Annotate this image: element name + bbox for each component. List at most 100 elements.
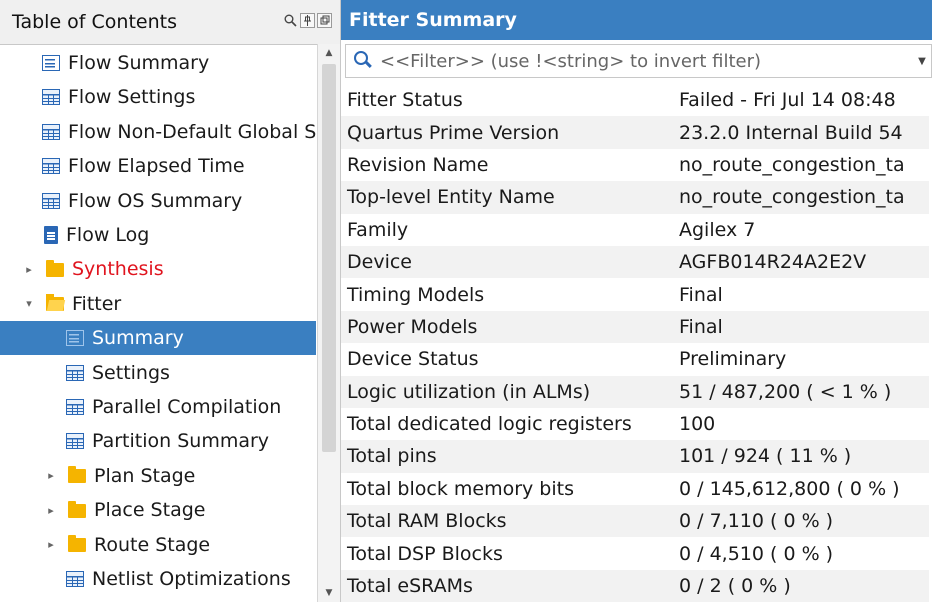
row-key: Total DSP Blocks bbox=[347, 542, 503, 565]
table-icon bbox=[66, 399, 84, 415]
toc-item-settings[interactable]: Settings bbox=[0, 356, 316, 390]
chevron-down-icon[interactable]: ▼ bbox=[915, 56, 929, 67]
toc-item-route-stage[interactable]: ▸ Route Stage bbox=[0, 528, 316, 562]
collapse-arrow-icon[interactable]: ▸ bbox=[44, 504, 58, 517]
folder-icon bbox=[68, 535, 86, 553]
table-icon bbox=[66, 571, 84, 587]
collapse-arrow-icon[interactable]: ▸ bbox=[44, 469, 58, 482]
table-row[interactable]: Top-level Entity Name no_route_congestion… bbox=[341, 181, 929, 214]
table-row[interactable]: Fitter Status Failed - Fri Jul 14 08:48 bbox=[341, 84, 929, 116]
toc-item-flow-elapsed-time[interactable]: Flow Elapsed Time bbox=[0, 149, 316, 183]
panel-title: Fitter Summary bbox=[349, 9, 517, 31]
toc-item-label: Route Stage bbox=[94, 533, 211, 556]
row-key: Total eSRAMs bbox=[341, 569, 679, 602]
row-key: Total pins bbox=[341, 440, 679, 473]
table-row[interactable]: Total RAM Blocks 0 / 7,110 ( 0 % ) bbox=[341, 505, 929, 538]
table-row[interactable]: Total DSP Blocks 0 / 4,510 ( 0 % ) bbox=[341, 537, 929, 569]
table-icon bbox=[66, 364, 84, 381]
toc-item-flow-os-summary[interactable]: Flow OS Summary bbox=[0, 184, 316, 218]
toc-item-netlist-optimizations[interactable]: Netlist Optimizations bbox=[0, 562, 316, 596]
toc-item-flow-non-default-global-settings[interactable]: Flow Non-Default Global Settings bbox=[0, 115, 316, 149]
table-row[interactable]: Logic utilization (in ALMs) 51 / 487,200 … bbox=[341, 375, 929, 408]
row-key: Top-level Entity Name bbox=[341, 181, 679, 214]
toc-scrollbar[interactable]: ▲ ▼ bbox=[317, 44, 340, 602]
toc-item-flow-settings[interactable]: Flow Settings bbox=[0, 80, 316, 114]
document-icon bbox=[44, 226, 58, 244]
table-icon bbox=[42, 123, 60, 140]
row-value: no_route_congestion_ta bbox=[679, 153, 905, 176]
toc-item-label: Plan Stage bbox=[94, 464, 196, 487]
toc-item-label: Flow Elapsed Time bbox=[68, 155, 245, 178]
filter-input[interactable] bbox=[378, 49, 915, 73]
toc-item-label: Synthesis bbox=[72, 258, 164, 281]
row-value: 0 / 4,510 ( 0 % ) bbox=[679, 542, 834, 565]
toc-item-label: Settings bbox=[92, 361, 170, 384]
table-row[interactable]: Total eSRAMs 0 / 2 ( 0 % ) bbox=[341, 569, 929, 602]
folder-icon bbox=[68, 500, 86, 518]
table-of-contents-pane: Table of Contents Flow Summary Flow Setti… bbox=[0, 0, 341, 602]
row-value: 0 / 2 ( 0 % ) bbox=[679, 569, 929, 602]
table-icon bbox=[66, 433, 84, 450]
toc-item-summary[interactable]: Summary bbox=[0, 321, 316, 356]
table-row[interactable]: Timing Models Final bbox=[341, 278, 929, 310]
toc-item-label: Netlist Optimizations bbox=[92, 568, 291, 590]
row-key: Total block memory bits bbox=[347, 477, 574, 500]
search-icon bbox=[352, 50, 374, 72]
table-row[interactable]: Power Models Final bbox=[341, 310, 929, 344]
table-row[interactable]: Total pins 101 / 924 ( 11 % ) bbox=[341, 440, 929, 473]
table-icon bbox=[42, 192, 60, 209]
row-value: no_route_congestion_ta bbox=[679, 181, 929, 214]
toc-item-label: Parallel Compilation bbox=[92, 396, 282, 418]
row-value: Failed - Fri Jul 14 08:48 bbox=[679, 89, 896, 112]
table-row[interactable]: Quartus Prime Version 23.2.0 Internal Bui… bbox=[341, 116, 929, 149]
toc-item-flow-log[interactable]: Flow Log bbox=[0, 218, 316, 252]
folder-open-icon bbox=[46, 293, 64, 311]
collapse-arrow-icon[interactable]: ▸ bbox=[44, 538, 58, 551]
toc-item-parallel-compilation[interactable]: Parallel Compilation bbox=[0, 390, 316, 424]
float-icon[interactable] bbox=[317, 12, 332, 28]
table-icon bbox=[42, 158, 60, 175]
table-row[interactable]: Device Status Preliminary bbox=[341, 343, 929, 375]
row-value: Preliminary bbox=[679, 348, 787, 371]
toc-item-label: Flow Summary bbox=[68, 52, 210, 74]
row-key: Logic utilization (in ALMs) bbox=[341, 375, 679, 408]
toc-item-label: Fitter bbox=[72, 292, 122, 315]
table-row[interactable]: Device AGFB014R24A2E2V bbox=[341, 245, 929, 279]
table-row[interactable]: Total block memory bits 0 / 145,612,800 (… bbox=[341, 473, 929, 505]
table-row[interactable]: Total dedicated logic registers 100 bbox=[341, 408, 929, 440]
collapse-arrow-icon[interactable]: ▸ bbox=[22, 263, 36, 276]
row-key: Power Models bbox=[341, 310, 679, 344]
toc-item-label: Place Stage bbox=[94, 499, 206, 522]
toc-item-place-stage[interactable]: ▸ Place Stage bbox=[0, 493, 316, 527]
search-icon[interactable] bbox=[282, 12, 298, 28]
toc-item-synthesis[interactable]: ▸ Synthesis bbox=[0, 252, 316, 286]
scroll-down-icon[interactable]: ▼ bbox=[318, 584, 340, 602]
row-key: Fitter Status bbox=[347, 89, 463, 112]
toc-item-fitter[interactable]: ▾ Fitter bbox=[0, 287, 316, 321]
table-icon bbox=[42, 89, 60, 106]
toc-item-flow-summary[interactable]: Flow Summary bbox=[0, 46, 316, 80]
panel-header: Fitter Summary bbox=[341, 0, 932, 40]
folder-icon bbox=[46, 259, 64, 277]
pin-icon[interactable] bbox=[300, 12, 315, 28]
row-key: Device bbox=[341, 245, 679, 279]
toc-item-partition-summary[interactable]: Partition Summary bbox=[0, 424, 316, 458]
row-key: Total dedicated logic registers bbox=[347, 413, 632, 436]
summary-table: Fitter Status Failed - Fri Jul 14 08:48 Qu… bbox=[341, 84, 929, 602]
table-row[interactable]: Revision Name no_route_congestion_ta bbox=[341, 149, 929, 181]
scroll-up-icon[interactable]: ▲ bbox=[318, 44, 340, 62]
scrollbar-thumb[interactable] bbox=[322, 64, 336, 452]
toc-header-icons bbox=[282, 12, 332, 28]
toc-item-label: Summary bbox=[92, 327, 184, 350]
toc-item-label: Flow Settings bbox=[68, 86, 196, 109]
row-value: 0 / 145,612,800 ( 0 % ) bbox=[679, 477, 900, 500]
row-value: 51 / 487,200 ( < 1 % ) bbox=[679, 375, 929, 408]
row-key: Family bbox=[347, 218, 409, 241]
list-icon bbox=[66, 330, 84, 347]
table-row[interactable]: Family Agilex 7 bbox=[341, 214, 929, 246]
row-value: 100 bbox=[679, 413, 716, 436]
toc-tree: Flow Summary Flow Settings Flow Non-Defaul… bbox=[0, 44, 316, 602]
row-value: Final bbox=[679, 283, 723, 306]
toc-item-plan-stage[interactable]: ▸ Plan Stage bbox=[0, 459, 316, 493]
expand-arrow-icon[interactable]: ▾ bbox=[22, 297, 36, 310]
